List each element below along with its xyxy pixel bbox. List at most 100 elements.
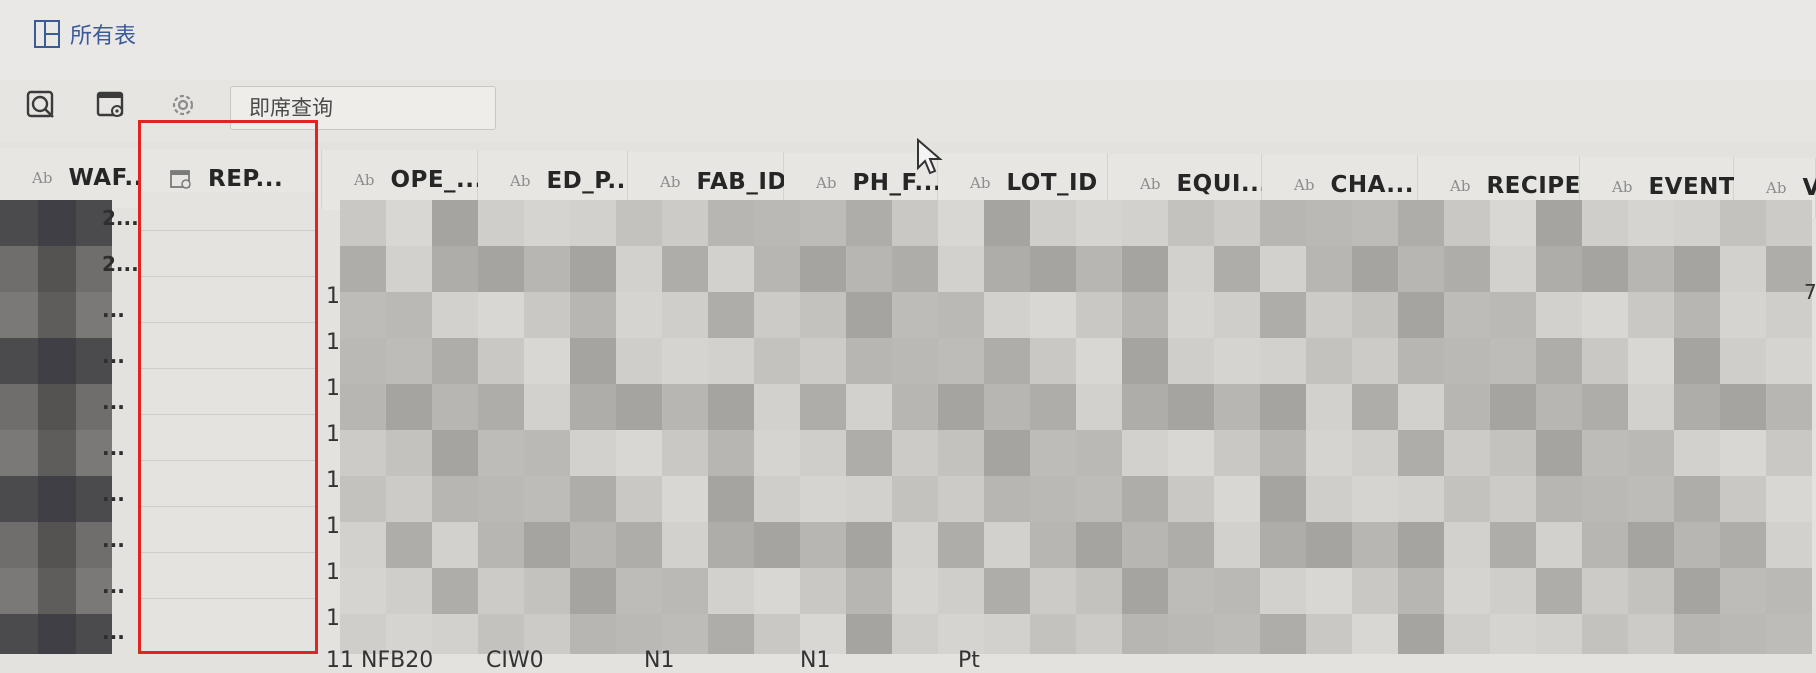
text-type-badge: Ab <box>1612 178 1633 196</box>
blurred-cell <box>708 292 754 338</box>
blurred-cell <box>524 522 570 568</box>
blurred-cell <box>0 568 38 614</box>
blurred-cell <box>478 292 524 338</box>
blurred-cell <box>1720 476 1766 522</box>
blurred-cell <box>1076 246 1122 292</box>
blurred-cell <box>1444 430 1490 476</box>
blurred-cell <box>846 568 892 614</box>
blurred-cell <box>1490 338 1536 384</box>
blurred-cell <box>1628 522 1674 568</box>
left-cell-fragment: ... <box>102 436 125 460</box>
blurred-cell <box>1536 292 1582 338</box>
blurred-cell <box>1122 338 1168 384</box>
blurred-cell <box>386 384 432 430</box>
blurred-cell <box>662 292 708 338</box>
blurred-cell <box>1122 246 1168 292</box>
blurred-cell <box>1490 246 1536 292</box>
row-marker: 1 <box>326 284 340 309</box>
search-input[interactable] <box>230 86 496 130</box>
row-separator <box>140 552 316 553</box>
blurred-cell <box>1076 338 1122 384</box>
blurred-cell <box>616 568 662 614</box>
row-marker: 1 <box>326 468 340 493</box>
blurred-cell <box>38 568 76 614</box>
blurred-cell <box>38 522 76 568</box>
blurred-cell <box>386 476 432 522</box>
blurred-cell <box>1122 476 1168 522</box>
blurred-cell <box>1030 614 1076 654</box>
blurred-cell <box>1628 292 1674 338</box>
blurred-cell <box>1260 338 1306 384</box>
blurred-cell <box>1306 430 1352 476</box>
left-cell-fragment: ... <box>102 298 125 322</box>
blurred-cell <box>1582 476 1628 522</box>
blurred-cell <box>1398 430 1444 476</box>
blurred-cell <box>1674 384 1720 430</box>
blurred-cell <box>478 568 524 614</box>
blurred-cell <box>754 568 800 614</box>
blurred-cell <box>1582 522 1628 568</box>
blurred-cell <box>570 292 616 338</box>
left-cell-fragment: ... <box>102 390 125 414</box>
gear-icon[interactable] <box>168 90 198 120</box>
table-settings-icon[interactable] <box>96 90 126 120</box>
blurred-cell <box>708 384 754 430</box>
left-cell-fragment: 2... <box>102 206 139 230</box>
blurred-cell <box>1674 430 1720 476</box>
blurred-cell <box>1076 384 1122 430</box>
all-tables-link[interactable]: 所有表 <box>34 18 136 50</box>
data-grid-pixelated <box>340 200 1816 654</box>
blurred-cell <box>570 430 616 476</box>
blurred-cell <box>1260 614 1306 654</box>
blurred-cell <box>340 200 386 246</box>
blurred-cell <box>1352 338 1398 384</box>
blurred-cell <box>524 200 570 246</box>
column-header-label: EVENT <box>1648 174 1736 200</box>
blurred-cell <box>1444 614 1490 654</box>
blurred-cell <box>984 430 1030 476</box>
layout-panels-icon <box>34 20 60 48</box>
blurred-cell <box>1214 522 1260 568</box>
blurred-cell <box>892 384 938 430</box>
blurred-cell <box>1122 568 1168 614</box>
blurred-cell <box>800 522 846 568</box>
blurred-cell <box>662 384 708 430</box>
blurred-cell <box>938 292 984 338</box>
row-separator <box>140 230 316 231</box>
blurred-cell <box>892 430 938 476</box>
blurred-cell <box>1490 384 1536 430</box>
row-separator <box>140 276 316 277</box>
blurred-cell <box>1490 200 1536 246</box>
blurred-cell <box>38 338 76 384</box>
column-header-label: RECIPE <box>1486 173 1581 199</box>
blurred-cell <box>478 246 524 292</box>
blurred-cell <box>1352 430 1398 476</box>
blurred-cell <box>1306 384 1352 430</box>
row-separator <box>140 460 316 461</box>
blurred-cell <box>1720 522 1766 568</box>
blurred-cell <box>478 476 524 522</box>
blurred-cell <box>1720 568 1766 614</box>
blurred-cell <box>1352 614 1398 654</box>
blurred-cell <box>1490 292 1536 338</box>
blurred-cell <box>340 292 386 338</box>
blurred-cell <box>754 292 800 338</box>
column-header-1[interactable]: Ab WAF... <box>0 148 152 208</box>
blurred-cell <box>1398 384 1444 430</box>
blurred-cell <box>1122 522 1168 568</box>
blurred-cell <box>1214 200 1260 246</box>
blurred-cell <box>1306 338 1352 384</box>
bottom-row-fragment: 11 NFB20 <box>326 648 434 673</box>
blurred-cell <box>616 476 662 522</box>
blurred-cell <box>708 430 754 476</box>
blurred-cell <box>1582 430 1628 476</box>
blurred-cell <box>432 522 478 568</box>
blurred-cell <box>340 338 386 384</box>
query-icon[interactable] <box>26 90 56 120</box>
text-type-badge: Ab <box>1450 177 1471 195</box>
bottom-row-fragment: CIW0 <box>486 648 544 673</box>
blurred-cell <box>0 292 38 338</box>
blurred-cell <box>1168 338 1214 384</box>
blurred-cell <box>1766 430 1812 476</box>
blurred-cell <box>1628 200 1674 246</box>
